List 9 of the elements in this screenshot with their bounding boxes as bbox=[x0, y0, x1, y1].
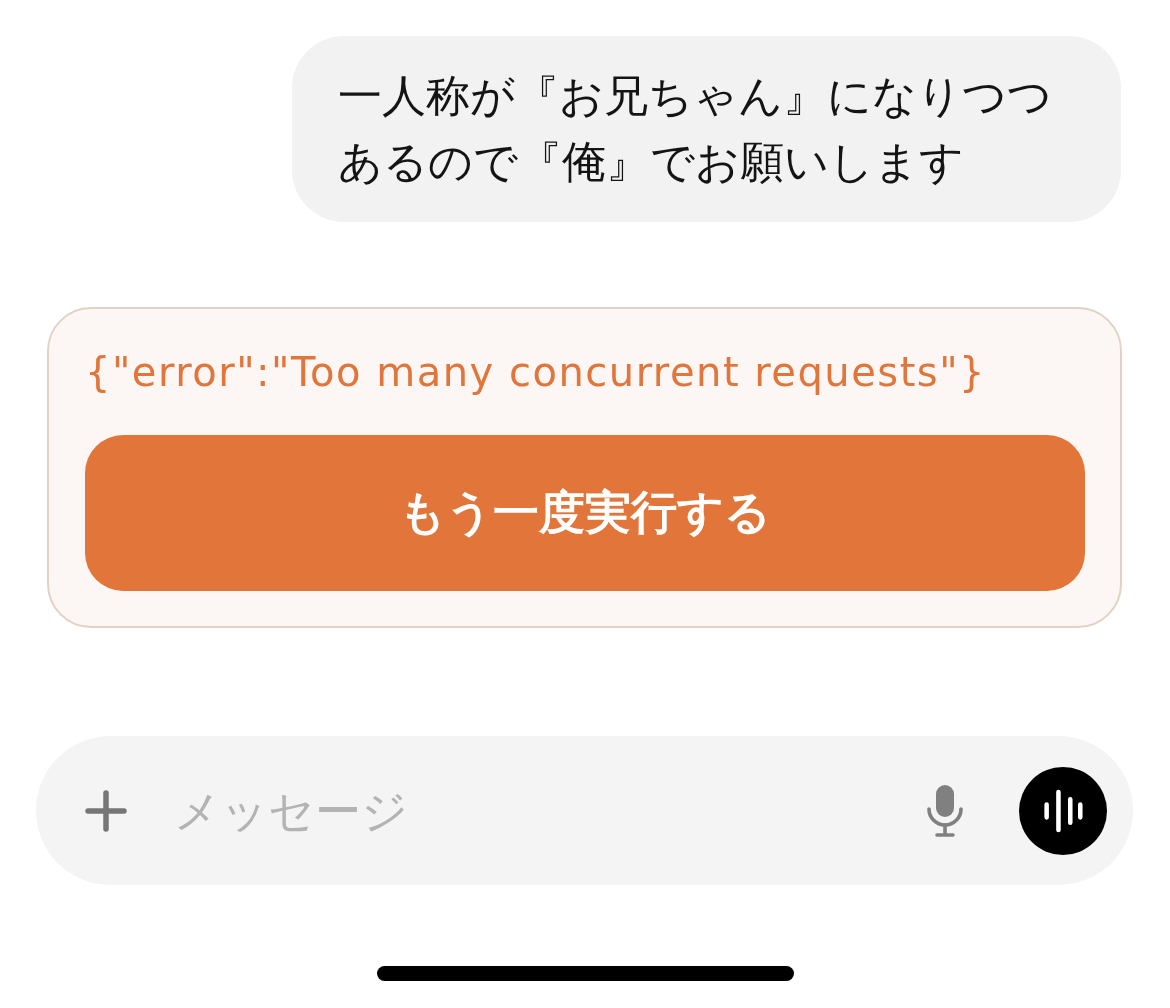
error-message: {"error":"Too many concurrent requests"} bbox=[85, 348, 988, 397]
microphone-icon bbox=[926, 784, 964, 837]
user-message-text: 一人称が『お兄ちゃん』になりつつあるので『俺』でお願いします bbox=[337, 69, 1053, 189]
add-button[interactable] bbox=[84, 788, 128, 833]
plus-icon bbox=[85, 789, 127, 832]
message-input[interactable]: メッセージ bbox=[174, 783, 925, 838]
microphone-button[interactable] bbox=[925, 783, 965, 838]
waveform-icon bbox=[1043, 788, 1083, 833]
retry-button[interactable]: もう一度実行する bbox=[85, 435, 1085, 591]
